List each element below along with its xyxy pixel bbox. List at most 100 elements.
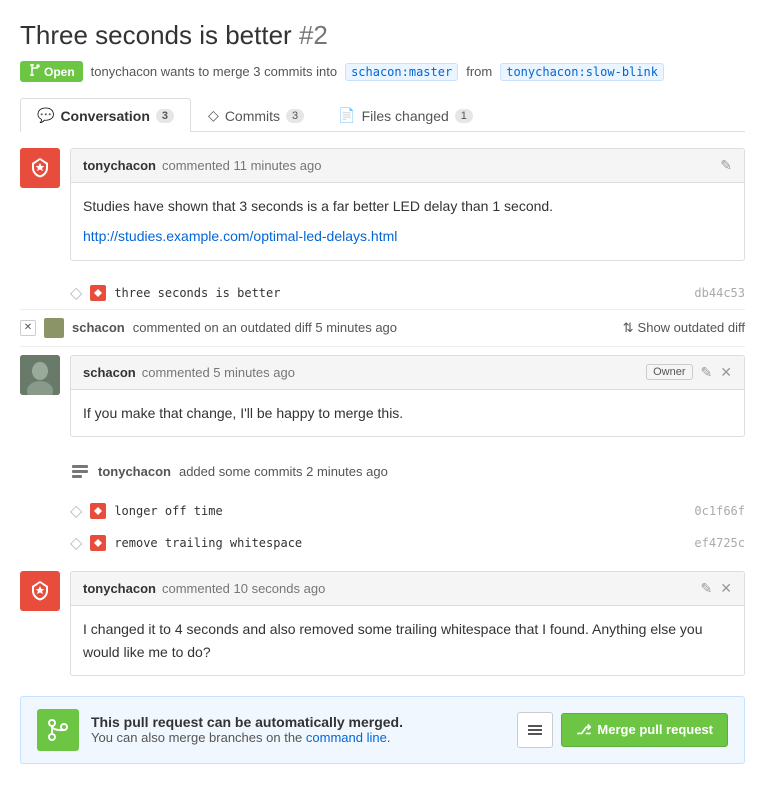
tab-conversation-count: 3 xyxy=(156,109,174,123)
merge-bar: This pull request can be automatically m… xyxy=(20,696,745,764)
comment-text-3: I changed it to 4 seconds and also remov… xyxy=(83,618,732,663)
owner-badge: Owner xyxy=(646,364,692,380)
comment-header-right-1: ✎ xyxy=(720,157,732,174)
tab-commits-label: Commits xyxy=(225,108,280,124)
command-line-link[interactable]: command line xyxy=(306,730,387,745)
close-icon-3[interactable]: ✕ xyxy=(720,580,732,597)
avatar-tonychacon-1 xyxy=(20,148,60,188)
added-commit-message-2: remove trailing whitespace xyxy=(114,536,302,550)
avatar-schacon xyxy=(20,355,60,395)
comment-body-3: I changed it to 4 seconds and also remov… xyxy=(71,606,744,675)
tabs: 💬 Conversation 3 ◇ Commits 3 📄 Files cha… xyxy=(20,98,745,132)
commit-connector-icon: ◇ xyxy=(70,283,82,303)
commit-git-icon-1 xyxy=(90,285,106,301)
pr-title: Three seconds is better #2 xyxy=(20,20,745,51)
comment-header-1: tonychacon commented 11 minutes ago ✎ xyxy=(71,149,744,183)
added-commit-line-1: ◇ longer off time 0c1f66f xyxy=(70,495,745,527)
open-label: Open xyxy=(44,65,75,79)
edit-icon-1[interactable]: ✎ xyxy=(720,157,732,174)
commit-dot-3: ◇ xyxy=(70,533,82,553)
outdated-author: schacon xyxy=(72,320,125,335)
merge-pull-request-button[interactable]: ⎇ Merge pull request xyxy=(561,713,728,747)
close-icon-2[interactable]: ✕ xyxy=(720,364,732,381)
meta-text: tonychacon wants to merge 3 commits into xyxy=(91,64,337,79)
commit-line-1: ◇ three seconds is better db44c53 xyxy=(70,277,745,309)
merge-text-block: This pull request can be automatically m… xyxy=(91,714,505,745)
tab-commits-count: 3 xyxy=(286,109,304,123)
edit-icon-3[interactable]: ✎ xyxy=(701,580,713,597)
tab-files-count: 1 xyxy=(455,109,473,123)
git-branch-icon xyxy=(28,64,40,79)
tab-conversation-label: Conversation xyxy=(60,108,149,124)
comment-box-1: tonychacon commented 11 minutes ago ✎ St… xyxy=(70,148,745,261)
pr-meta: Open tonychacon wants to merge 3 commits… xyxy=(20,61,745,82)
edit-icon-2[interactable]: ✎ xyxy=(701,364,713,381)
tab-files-changed[interactable]: 📄 Files changed 1 xyxy=(321,98,490,132)
added-commits-author: tonychacon xyxy=(98,464,171,479)
comment-header-left-3: tonychacon commented 10 seconds ago xyxy=(83,581,325,596)
outdated-diff-row: ✕ schacon commented on an outdated diff … xyxy=(20,309,745,347)
added-commits-row: tonychacon added some commits 2 minutes … xyxy=(70,453,745,489)
schacon-small-avatar xyxy=(44,318,64,338)
comment-header-left-1: tonychacon commented 11 minutes ago xyxy=(83,158,321,173)
comment-header-right-3: ✎ ✕ xyxy=(701,580,732,597)
comment-header-right-2: Owner ✎ ✕ xyxy=(646,364,732,381)
content-area: tonychacon commented 11 minutes ago ✎ St… xyxy=(20,132,745,764)
comment-body-1: Studies have shown that 3 seconds is a f… xyxy=(71,183,744,260)
comment-box-2: schacon commented 5 minutes ago Owner ✎ … xyxy=(70,355,745,437)
comment-3: tonychacon commented 10 seconds ago ✎ ✕ … xyxy=(20,571,745,676)
commit-git-icon-3 xyxy=(90,535,106,551)
x-icon: ✕ xyxy=(20,320,36,336)
merge-settings-icon-btn[interactable] xyxy=(517,712,553,748)
added-commit-line-2: ◇ remove trailing whitespace ef4725c xyxy=(70,527,745,559)
comment-text-1: Studies have shown that 3 seconds is a f… xyxy=(83,195,732,217)
commit-git-icon-2 xyxy=(90,503,106,519)
added-commit-sha-1: 0c1f66f xyxy=(694,504,745,518)
arrows-icon: ⇅ xyxy=(623,320,634,336)
tab-conversation[interactable]: 💬 Conversation 3 xyxy=(20,98,191,132)
tab-files-label: Files changed xyxy=(362,108,449,124)
commits-event-icon xyxy=(70,461,90,481)
base-ref: schacon:master xyxy=(345,63,458,81)
comment-text-2: If you make that change, I'll be happy t… xyxy=(83,402,732,424)
comment-body-2: If you make that change, I'll be happy t… xyxy=(71,390,744,436)
show-outdated-label: Show outdated diff xyxy=(638,320,745,335)
commit-message-1: three seconds is better xyxy=(114,286,280,300)
head-ref: tonychacon:slow-blink xyxy=(500,63,664,81)
merge-icon xyxy=(37,709,79,751)
added-commits-time: added some commits 2 minutes ago xyxy=(179,464,388,479)
merge-btn-icon: ⎇ xyxy=(576,722,591,738)
merge-btn-label: Merge pull request xyxy=(597,722,713,737)
comment-header-2: schacon commented 5 minutes ago Owner ✎ … xyxy=(71,356,744,390)
speech-icon: 💬 xyxy=(37,107,54,124)
commit-sha-1: db44c53 xyxy=(694,286,745,300)
added-commit-sha-2: ef4725c xyxy=(694,536,745,550)
files-icon: 📄 xyxy=(338,107,355,124)
comment-time-3: commented 10 seconds ago xyxy=(162,581,325,596)
pr-number: #2 xyxy=(299,20,328,50)
comment-author-2: schacon xyxy=(83,365,136,380)
outdated-time: commented on an outdated diff 5 minutes … xyxy=(133,320,397,335)
commit-dot-2: ◇ xyxy=(70,501,82,521)
comment-author-1: tonychacon xyxy=(83,158,156,173)
comment-link-1[interactable]: http://studies.example.com/optimal-led-d… xyxy=(83,228,397,244)
merge-title: This pull request can be automatically m… xyxy=(91,714,505,730)
merge-actions: ⎇ Merge pull request xyxy=(517,712,728,748)
comment-header-left-2: schacon commented 5 minutes ago xyxy=(83,365,295,380)
comment-header-3: tonychacon commented 10 seconds ago ✎ ✕ xyxy=(71,572,744,606)
pr-title-text: Three seconds is better xyxy=(20,20,292,50)
merge-subtitle: You can also merge branches on the comma… xyxy=(91,730,505,745)
added-commit-message-1: longer off time xyxy=(114,504,222,518)
from-text: from xyxy=(466,64,492,79)
tab-commits[interactable]: ◇ Commits 3 xyxy=(191,98,321,132)
merge-subtitle-text: You can also merge branches on the xyxy=(91,730,302,745)
comment-box-3: tonychacon commented 10 seconds ago ✎ ✕ … xyxy=(70,571,745,676)
comment-author-3: tonychacon xyxy=(83,581,156,596)
open-badge: Open xyxy=(20,61,83,82)
comment-1: tonychacon commented 11 minutes ago ✎ St… xyxy=(20,148,745,261)
comment-time-1: commented 11 minutes ago xyxy=(162,158,321,173)
show-outdated-button[interactable]: ⇅ Show outdated diff xyxy=(623,320,745,336)
commits-tab-icon: ◇ xyxy=(208,107,219,124)
avatar-tonychacon-3 xyxy=(20,571,60,611)
comment-2: schacon commented 5 minutes ago Owner ✎ … xyxy=(20,355,745,437)
